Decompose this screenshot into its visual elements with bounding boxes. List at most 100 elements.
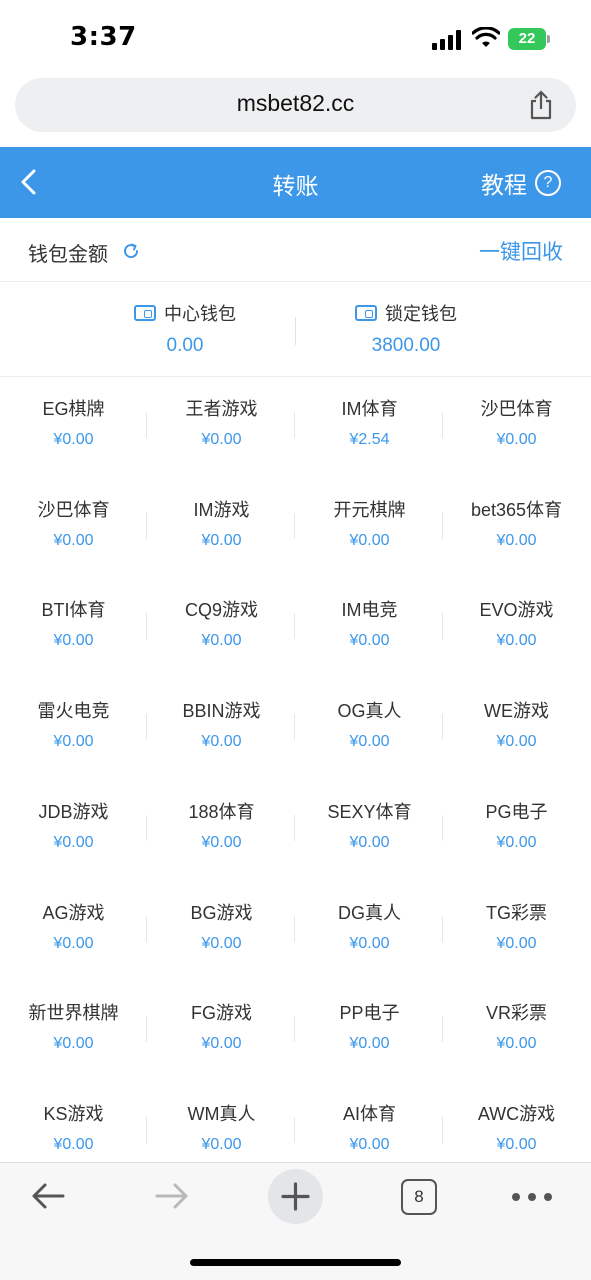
game-wallet-item[interactable]: FG游戏 ¥0.00 bbox=[148, 984, 295, 1084]
divider bbox=[146, 513, 147, 539]
divider bbox=[294, 613, 295, 639]
divider bbox=[294, 714, 295, 740]
game-name: OG真人 bbox=[337, 701, 402, 721]
more-menu-icon[interactable] bbox=[512, 1193, 552, 1201]
divider bbox=[146, 916, 147, 942]
game-name: 沙巴体育 bbox=[37, 500, 110, 520]
tutorial-label: 教程 bbox=[481, 173, 527, 199]
wallet-name: 中心钱包 bbox=[164, 304, 236, 325]
share-icon[interactable] bbox=[528, 90, 554, 120]
game-name: 开元棋牌 bbox=[333, 500, 406, 520]
game-balance: ¥0.00 bbox=[349, 733, 390, 750]
game-wallet-item[interactable]: WE游戏 ¥0.00 bbox=[443, 682, 590, 782]
wallet-amount: 3800.00 bbox=[371, 335, 441, 356]
game-wallet-item[interactable]: SEXY体育 ¥0.00 bbox=[296, 783, 443, 883]
divider bbox=[146, 1117, 147, 1143]
game-wallet-item[interactable]: TG彩票 ¥0.00 bbox=[443, 884, 590, 984]
game-wallet-item[interactable]: PG电子 ¥0.00 bbox=[443, 783, 590, 883]
game-name: 沙巴体育 bbox=[480, 399, 553, 419]
game-balance: ¥0.00 bbox=[349, 1035, 390, 1052]
game-name: AG游戏 bbox=[42, 903, 105, 923]
game-balance: ¥0.00 bbox=[349, 935, 390, 952]
game-wallet-item[interactable]: JDB游戏 ¥0.00 bbox=[0, 783, 147, 883]
game-wallet-item[interactable]: OG真人 ¥0.00 bbox=[296, 682, 443, 782]
game-balance: ¥0.00 bbox=[201, 532, 242, 549]
game-balance: ¥0.00 bbox=[201, 935, 242, 952]
game-balance: ¥0.00 bbox=[349, 632, 390, 649]
game-wallet-item[interactable]: 开元棋牌 ¥0.00 bbox=[296, 481, 443, 581]
app-header: 转账 教程 ? bbox=[0, 147, 591, 218]
game-wallet-item[interactable]: VR彩票 ¥0.00 bbox=[443, 984, 590, 1084]
game-wallet-item[interactable]: bet365体育 ¥0.00 bbox=[443, 481, 590, 581]
game-wallet-item[interactable]: IM游戏 ¥0.00 bbox=[148, 481, 295, 581]
game-wallet-item[interactable]: 沙巴体育 ¥0.00 bbox=[0, 481, 147, 581]
refresh-icon[interactable] bbox=[122, 242, 140, 260]
divider bbox=[294, 916, 295, 942]
game-wallet-item[interactable]: EVO游戏 ¥0.00 bbox=[443, 581, 590, 681]
game-balance: ¥0.00 bbox=[201, 1136, 242, 1153]
browser-back-icon[interactable] bbox=[30, 1181, 66, 1211]
game-wallet-item[interactable]: 雷火电竞 ¥0.00 bbox=[0, 682, 147, 782]
game-wallet-item[interactable]: IM体育 ¥2.54 bbox=[296, 380, 443, 480]
locked-wallet[interactable]: 锁定钱包 3800.00 bbox=[296, 283, 516, 377]
address-bar[interactable]: msbet82.cc bbox=[15, 78, 576, 132]
browser-forward-icon[interactable] bbox=[154, 1181, 190, 1211]
game-wallet-item[interactable]: WM真人 ¥0.00 bbox=[148, 1085, 295, 1162]
game-name: FG游戏 bbox=[191, 1003, 252, 1023]
wifi-icon bbox=[472, 27, 500, 47]
game-balance: ¥0.00 bbox=[53, 431, 94, 448]
tabs-button[interactable]: 8 bbox=[401, 1179, 437, 1215]
url-text[interactable]: msbet82.cc bbox=[15, 90, 576, 117]
game-name: TG彩票 bbox=[486, 903, 547, 923]
game-wallet-item[interactable]: IM电竞 ¥0.00 bbox=[296, 581, 443, 681]
game-wallet-item[interactable]: PP电子 ¥0.00 bbox=[296, 984, 443, 1084]
game-balance: ¥0.00 bbox=[53, 935, 94, 952]
game-name: IM游戏 bbox=[193, 500, 250, 520]
game-name: AI体育 bbox=[342, 1104, 396, 1124]
game-wallet-item[interactable]: CQ9游戏 ¥0.00 bbox=[148, 581, 295, 681]
game-wallet-item[interactable]: BTI体育 ¥0.00 bbox=[0, 581, 147, 681]
game-wallet-item[interactable]: KS游戏 ¥0.00 bbox=[0, 1085, 147, 1162]
game-balance: ¥0.00 bbox=[496, 834, 537, 851]
recover-all-button[interactable]: 一键回收 bbox=[479, 236, 563, 266]
game-wallet-item[interactable]: AI体育 ¥0.00 bbox=[296, 1085, 443, 1162]
game-wallet-item[interactable]: AG游戏 ¥0.00 bbox=[0, 884, 147, 984]
game-wallet-item[interactable]: 王者游戏 ¥0.00 bbox=[148, 380, 295, 480]
wallet-amount: 0.00 bbox=[166, 335, 204, 356]
main-wallets: 中心钱包 0.00 锁定钱包 3800.00 bbox=[0, 283, 591, 377]
game-balance: ¥0.00 bbox=[496, 431, 537, 448]
divider bbox=[146, 815, 147, 841]
game-wallet-item[interactable]: BG游戏 ¥0.00 bbox=[148, 884, 295, 984]
game-wallet-item[interactable]: 188体育 ¥0.00 bbox=[148, 783, 295, 883]
game-wallet-item[interactable]: 沙巴体育 ¥0.00 bbox=[443, 380, 590, 480]
game-wallet-item[interactable]: BBIN游戏 ¥0.00 bbox=[148, 682, 295, 782]
game-balance: ¥0.00 bbox=[349, 532, 390, 549]
game-balance: ¥0.00 bbox=[53, 834, 94, 851]
plus-icon bbox=[281, 1182, 310, 1211]
battery-icon: 22 bbox=[508, 28, 550, 50]
divider bbox=[146, 1016, 147, 1042]
game-wallet-item[interactable]: EG棋牌 ¥0.00 bbox=[0, 380, 147, 480]
wallet-icon bbox=[134, 305, 156, 321]
game-name: 王者游戏 bbox=[185, 399, 258, 419]
game-name: 雷火电竞 bbox=[37, 701, 110, 721]
game-name: EVO游戏 bbox=[479, 600, 554, 620]
game-name: 新世界棋牌 bbox=[28, 1003, 119, 1023]
game-name: KS游戏 bbox=[43, 1104, 104, 1124]
center-wallet[interactable]: 中心钱包 0.00 bbox=[75, 283, 295, 377]
game-name: IM体育 bbox=[341, 399, 398, 419]
game-wallet-item[interactable]: AWC游戏 ¥0.00 bbox=[443, 1085, 590, 1162]
divider bbox=[294, 1016, 295, 1042]
tutorial-button[interactable]: 教程 ? bbox=[481, 165, 561, 201]
divider bbox=[294, 1117, 295, 1143]
game-balance: ¥0.00 bbox=[53, 1035, 94, 1052]
divider bbox=[294, 513, 295, 539]
game-balance: ¥0.00 bbox=[201, 834, 242, 851]
game-wallet-item[interactable]: DG真人 ¥0.00 bbox=[296, 884, 443, 984]
home-indicator bbox=[190, 1259, 401, 1266]
game-balance: ¥0.00 bbox=[53, 632, 94, 649]
new-tab-button[interactable] bbox=[268, 1169, 323, 1224]
game-wallet-item[interactable]: 新世界棋牌 ¥0.00 bbox=[0, 984, 147, 1084]
game-balance: ¥0.00 bbox=[53, 733, 94, 750]
game-balance: ¥0.00 bbox=[496, 733, 537, 750]
